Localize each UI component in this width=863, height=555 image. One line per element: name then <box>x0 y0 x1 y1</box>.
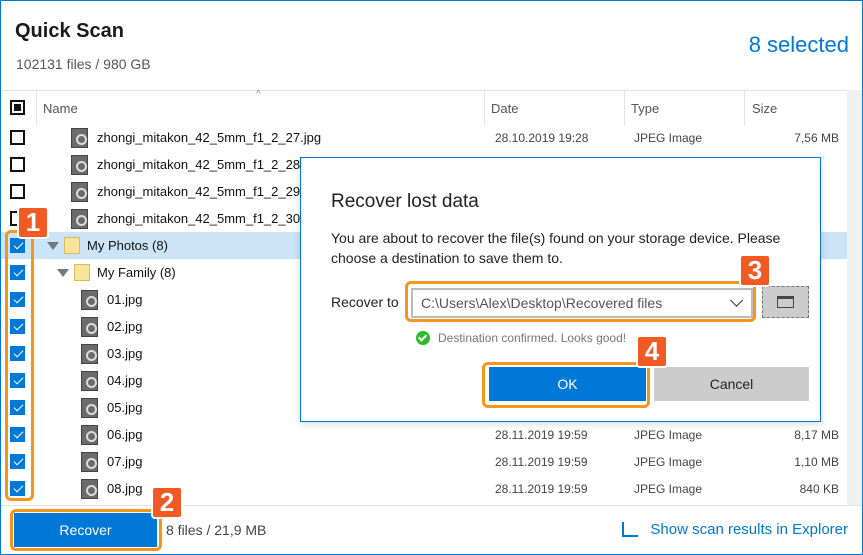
explorer-link-label: Show scan results in Explorer <box>650 521 848 538</box>
row-name: My Photos (8) <box>87 238 168 253</box>
folder-icon <box>74 264 90 281</box>
expand-icon[interactable] <box>47 242 59 250</box>
browse-folder-button[interactable] <box>762 286 809 318</box>
row-checkbox[interactable] <box>10 157 25 172</box>
step-badge-4: 4 <box>636 335 668 368</box>
table-header: Name ^ Date Type Size <box>1 89 847 125</box>
image-file-icon <box>81 371 98 391</box>
row-name: zhongi_mitakon_42_5mm_f1_2_30.jpg <box>97 211 322 226</box>
row-type: JPEG Image <box>634 131 703 145</box>
scan-summary: 102131 files / 980 GB <box>16 56 151 72</box>
folder-icon <box>777 296 794 308</box>
image-file-icon <box>81 398 98 418</box>
image-file-icon <box>71 209 88 229</box>
row-name: 01.jpg <box>107 292 143 307</box>
image-file-icon <box>71 182 88 202</box>
row-date: 28.11.2019 19:59 <box>495 455 588 469</box>
image-file-icon <box>81 425 98 445</box>
image-file-icon <box>81 479 98 499</box>
row-name: 05.jpg <box>107 400 143 415</box>
file-row[interactable]: 06.jpg 28.11.2019 19:59 JPEG Image 8,17 MB <box>1 421 847 448</box>
file-row[interactable]: 08.jpg 28.11.2019 19:59 JPEG Image 840 KB <box>1 475 847 502</box>
folder-icon <box>64 237 80 254</box>
row-name: zhongi_mitakon_42_5mm_f1_2_28.jpg <box>97 157 322 172</box>
selected-count: 8 selected <box>748 32 849 57</box>
row-checkbox[interactable] <box>10 184 25 199</box>
image-file-icon <box>71 128 88 148</box>
file-row[interactable]: zhongi_mitakon_42_5mm_f1_2_27.jpg 28.10.2… <box>1 124 847 151</box>
image-file-icon <box>81 452 98 472</box>
image-file-icon <box>81 317 98 337</box>
file-row[interactable]: 07.jpg 28.11.2019 19:59 JPEG Image 1,10 MB <box>1 448 847 475</box>
sort-asc-icon: ^ <box>256 89 261 100</box>
step-badge-3: 3 <box>739 254 771 287</box>
column-type[interactable]: Type <box>631 101 659 116</box>
column-date[interactable]: Date <box>491 101 518 116</box>
recover-to-label: Recover to <box>331 294 399 310</box>
show-in-explorer-link[interactable]: Show scan results in Explorer <box>622 521 848 538</box>
highlight-checkboxes <box>5 230 34 501</box>
footer-divider <box>1 505 862 506</box>
scrollbar[interactable] <box>847 90 862 505</box>
image-file-icon <box>71 155 88 175</box>
row-name: My Family (8) <box>97 265 176 280</box>
column-name[interactable]: Name <box>43 101 78 116</box>
column-size[interactable]: Size <box>752 101 777 116</box>
row-name: zhongi_mitakon_42_5mm_f1_2_29.jpg <box>97 184 322 199</box>
step-badge-1: 1 <box>17 206 49 239</box>
row-name: 04.jpg <box>107 373 143 388</box>
row-name: zhongi_mitakon_42_5mm_f1_2_27.jpg <box>97 130 322 145</box>
select-all-checkbox[interactable] <box>10 100 25 115</box>
row-type: JPEG Image <box>634 428 703 442</box>
row-date: 28.10.2019 19:28 <box>495 131 589 145</box>
row-name: 02.jpg <box>107 319 143 334</box>
row-date: 28.11.2019 19:59 <box>495 428 588 442</box>
row-name: 07.jpg <box>107 454 143 469</box>
step-badge-2: 2 <box>151 486 183 519</box>
row-name: 03.jpg <box>107 346 143 361</box>
external-link-icon <box>622 522 639 537</box>
row-date: 28.11.2019 19:59 <box>495 482 588 496</box>
highlight-destination <box>405 281 756 322</box>
row-type: JPEG Image <box>634 455 703 469</box>
row-name: 08.jpg <box>107 481 143 496</box>
page-title: Quick Scan <box>15 20 124 42</box>
highlight-ok <box>482 362 650 408</box>
row-name: 06.jpg <box>107 427 143 442</box>
row-type: JPEG Image <box>634 482 703 496</box>
row-size: 1,10 MB <box>794 455 839 469</box>
row-checkbox[interactable] <box>10 130 25 145</box>
expand-icon[interactable] <box>57 269 69 277</box>
destination-status: Destination confirmed. Looks good! <box>416 331 626 345</box>
row-size: 7,56 MB <box>794 131 839 145</box>
image-file-icon <box>81 344 98 364</box>
status-text: Destination confirmed. Looks good! <box>438 331 627 345</box>
dialog-title: Recover lost data <box>331 191 479 212</box>
row-size: 8,17 MB <box>794 428 839 442</box>
check-circle-icon <box>416 331 430 345</box>
row-size: 840 KB <box>799 482 839 496</box>
image-file-icon <box>81 290 98 310</box>
highlight-recover <box>10 509 162 551</box>
cancel-button[interactable]: Cancel <box>654 367 809 401</box>
selection-info: 8 files / 21,9 MB <box>166 522 267 538</box>
